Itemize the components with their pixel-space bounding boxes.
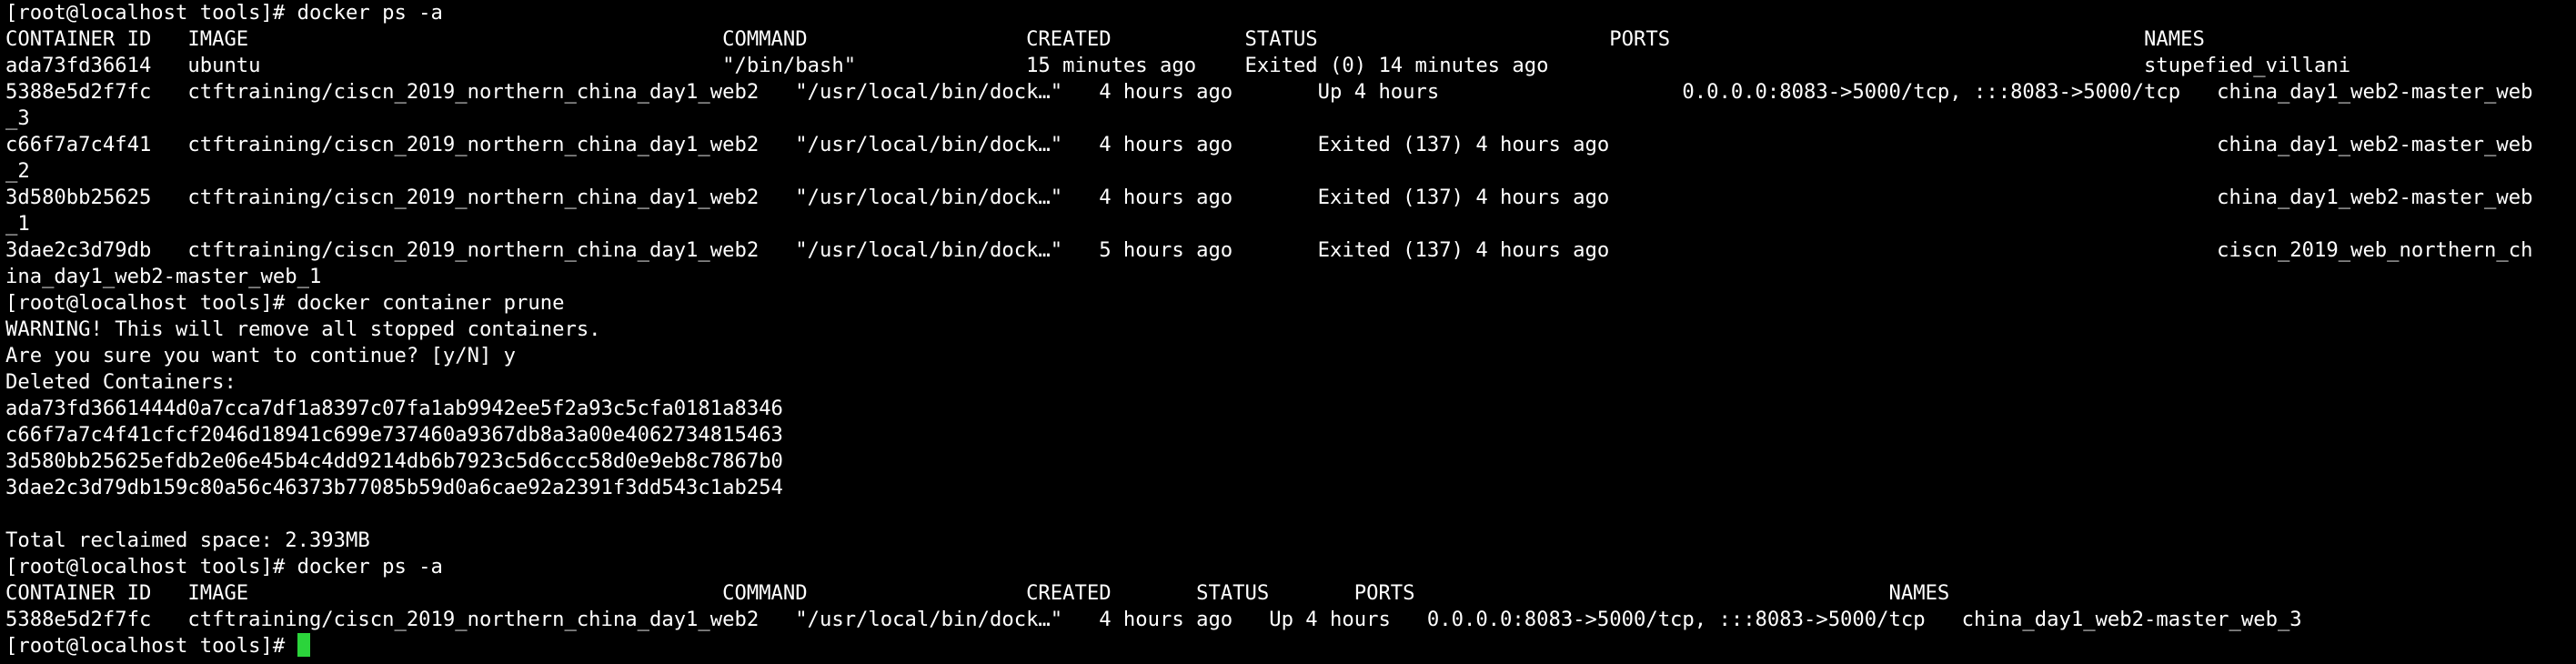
terminal-line: _3 (5, 106, 30, 130)
terminal-line: ina_day1_web2-master_web_1 (5, 265, 322, 288)
terminal-line: _1 (5, 212, 30, 236)
terminal-line: ada73fd3661444d0a7cca7df1a8397c07fa1ab99… (5, 397, 783, 420)
terminal-line: 3dae2c3d79db ctftraining/ciscn_2019_nort… (5, 238, 2533, 262)
terminal-line: _2 (5, 159, 30, 183)
cursor-block (297, 633, 310, 657)
terminal-line: Total reclaimed space: 2.393MB (5, 528, 370, 552)
terminal-line: CONTAINER ID IMAGE COMMAND CREATED STATU… (5, 27, 2205, 51)
terminal-line: 3d580bb25625 ctftraining/ciscn_2019_nort… (5, 186, 2533, 209)
shell-prompt: [root@localhost tools]# (5, 634, 297, 658)
terminal-window[interactable]: [root@localhost tools]# docker ps -a CON… (0, 0, 2576, 664)
terminal-line: Are you sure you want to continue? [y/N]… (5, 344, 517, 367)
terminal-line: 5388e5d2f7fc ctftraining/ciscn_2019_nort… (5, 80, 2533, 104)
terminal-line: c66f7a7c4f41cfcf2046d18941c699e737460a93… (5, 423, 783, 447)
terminal-line: ada73fd36614 ubuntu "/bin/bash" 15 minut… (5, 54, 2351, 77)
terminal-line: WARNING! This will remove all stopped co… (5, 317, 601, 341)
terminal-line: Deleted Containers: (5, 370, 236, 394)
prompt-line[interactable]: [root@localhost tools]# (5, 633, 310, 659)
terminal-line: [root@localhost tools]# docker ps -a (5, 555, 443, 578)
terminal-line: 5388e5d2f7fc ctftraining/ciscn_2019_nort… (5, 608, 2302, 631)
terminal-line: [root@localhost tools]# docker container… (5, 291, 565, 315)
terminal-line: CONTAINER ID IMAGE COMMAND CREATED STATU… (5, 581, 1950, 605)
terminal-line: [root@localhost tools]# docker ps -a (5, 1, 443, 25)
terminal-line: 3d580bb25625efdb2e06e45b4c4dd9214db6b792… (5, 449, 783, 473)
terminal-line: c66f7a7c4f41 ctftraining/ciscn_2019_nort… (5, 133, 2533, 156)
terminal-line: 3dae2c3d79db159c80a56c46373b77085b59d0a6… (5, 476, 783, 499)
